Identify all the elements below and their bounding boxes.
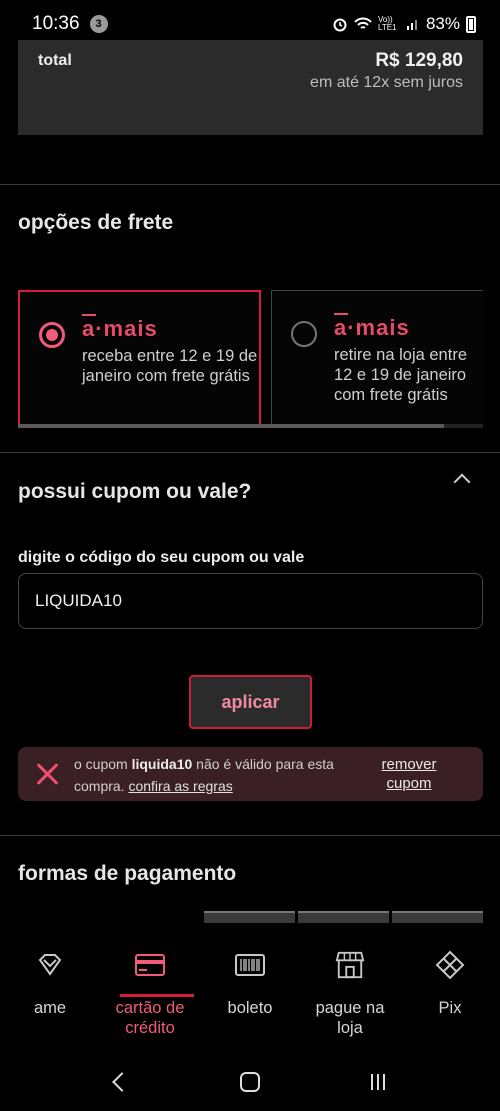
coupon-code: liquida10 bbox=[131, 756, 193, 772]
ame-diamond-icon bbox=[35, 950, 65, 980]
tab-label: boleto bbox=[227, 999, 273, 1017]
battery-icon bbox=[466, 15, 476, 33]
home-icon[interactable] bbox=[239, 1071, 260, 1092]
shipping-option-text: receba entre 12 e 19 de janeiro com fret… bbox=[82, 347, 258, 385]
radio-selected-icon[interactable] bbox=[39, 322, 65, 348]
ame-mais-logo: a·mais bbox=[82, 314, 158, 341]
divider bbox=[0, 835, 500, 836]
credit-card-icon bbox=[135, 950, 165, 980]
notification-count-badge: 3 bbox=[89, 15, 108, 33]
tab-label: ame bbox=[33, 999, 67, 1017]
payment-carousel-indicator bbox=[204, 911, 483, 923]
payment-method-tabs: ame cartão de crédito boleto pague na lo… bbox=[0, 932, 500, 1052]
tab-label: cartão de crédito bbox=[115, 999, 185, 1037]
total-value: R$ 129,80 bbox=[375, 50, 463, 71]
error-text: o cupom liquida10 não é válido para esta… bbox=[74, 756, 334, 794]
error-close-icon bbox=[34, 761, 60, 787]
battery-percent: 83% bbox=[425, 14, 460, 33]
tab-label: Pix bbox=[438, 999, 462, 1017]
back-icon[interactable] bbox=[112, 1071, 133, 1092]
signal-icon bbox=[406, 20, 417, 30]
shipping-option-text: retire na loja entre 12 e 19 de janeiro … bbox=[334, 346, 467, 404]
chevron-up-icon[interactable] bbox=[453, 473, 471, 491]
system-nav-bar bbox=[0, 1052, 500, 1111]
status-time: 10:36 bbox=[32, 13, 80, 34]
shipping-option-pickup[interactable]: a·mais retire na loja entre 12 e 19 de j… bbox=[271, 290, 483, 428]
pix-icon bbox=[435, 950, 465, 980]
payment-title: formas de pagamento bbox=[18, 862, 237, 885]
tab-label: pague na loja bbox=[315, 999, 385, 1037]
store-icon bbox=[335, 950, 365, 980]
barcode-icon bbox=[235, 950, 265, 980]
tab-ame[interactable]: ame bbox=[0, 932, 100, 1052]
coupon-field-label: digite o código do seu cupom ou vale bbox=[18, 549, 305, 566]
shipping-title: opções de frete bbox=[18, 211, 174, 234]
recent-apps-icon[interactable] bbox=[370, 1073, 385, 1090]
tab-boleto[interactable]: boleto bbox=[200, 932, 300, 1052]
divider bbox=[0, 184, 500, 185]
shipping-option-delivery[interactable]: a·mais receba entre 12 e 19 de janeiro c… bbox=[18, 290, 261, 428]
active-tab-indicator bbox=[120, 994, 194, 997]
alarm-icon bbox=[333, 18, 347, 32]
order-total-card: total R$ 129,80 em até 12x sem juros bbox=[18, 40, 483, 135]
coupon-input[interactable] bbox=[18, 573, 483, 629]
radio-unselected-icon[interactable] bbox=[291, 321, 317, 347]
total-label: total bbox=[38, 52, 72, 69]
tab-pix[interactable]: Pix bbox=[400, 932, 500, 1052]
apply-coupon-button[interactable]: aplicar bbox=[189, 675, 312, 729]
ame-mais-logo: a·mais bbox=[334, 313, 410, 340]
coupon-title[interactable]: possui cupom ou vale? bbox=[18, 480, 251, 504]
divider bbox=[0, 452, 500, 453]
scrollbar-thumb[interactable] bbox=[18, 424, 444, 428]
network-label: Vo)) LTE1 bbox=[377, 15, 397, 32]
coupon-error-message: o cupom liquida10 não é válido para esta… bbox=[18, 747, 483, 801]
status-icons: Vo)) LTE1 83% bbox=[332, 14, 476, 34]
rules-link[interactable]: confira as regras bbox=[128, 778, 232, 794]
remove-coupon-link[interactable]: remover cupom bbox=[373, 755, 445, 793]
installments-text: em até 12x sem juros bbox=[310, 74, 463, 91]
shipping-scrollbar[interactable] bbox=[18, 424, 483, 428]
tab-credit-card[interactable]: cartão de crédito bbox=[100, 932, 200, 1052]
wifi-icon bbox=[354, 17, 372, 29]
tab-pay-in-store[interactable]: pague na loja bbox=[300, 932, 400, 1052]
